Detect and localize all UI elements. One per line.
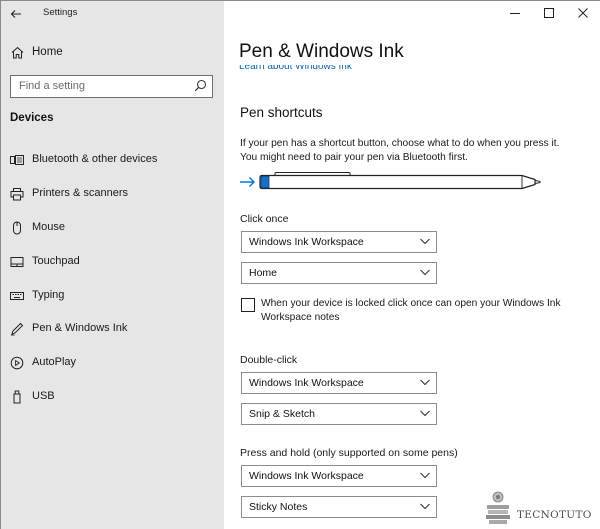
sidebar-item-touchpad[interactable]: Touchpad xyxy=(1,247,224,277)
main-content: Pen & Windows Ink Learn about Windows In… xyxy=(224,1,600,529)
chevron-down-icon xyxy=(420,410,430,417)
sidebar-item-usb[interactable]: USB xyxy=(1,382,224,412)
chevron-down-icon xyxy=(420,379,430,386)
printer-icon xyxy=(10,188,24,201)
sidebar-item-typing[interactable]: Typing xyxy=(1,281,224,311)
title-bar: Settings xyxy=(1,1,224,27)
sidebar-item-label: AutoPlay xyxy=(32,356,77,368)
sidebar-item-label: Typing xyxy=(32,289,65,301)
sidebar: Settings Home Devices Bluetooth & other … xyxy=(1,1,224,529)
mouse-icon xyxy=(13,221,21,235)
autoplay-icon xyxy=(10,356,24,370)
watermark: TECNOTUTO xyxy=(483,489,593,525)
sidebar-item-label: Touchpad xyxy=(32,255,80,267)
double-click-label: Double-click xyxy=(240,354,298,366)
watermark-logo-icon xyxy=(486,491,510,524)
home-icon xyxy=(11,46,24,59)
minimize-icon xyxy=(510,13,520,14)
select-value: Windows Ink Workspace xyxy=(249,236,364,248)
sidebar-item-pen-windows-ink[interactable]: Pen & Windows Ink xyxy=(1,314,224,344)
chevron-down-icon xyxy=(420,238,430,245)
pen-shortcuts-heading: Pen shortcuts xyxy=(240,105,323,120)
press-hold-action-select[interactable]: Sticky Notes xyxy=(241,496,437,518)
chevron-down-icon xyxy=(420,269,430,276)
home-label: Home xyxy=(32,46,63,58)
sidebar-item-label: USB xyxy=(32,390,55,402)
learn-windows-ink-link[interactable]: Learn about Windows Ink xyxy=(239,65,352,73)
back-arrow-icon xyxy=(10,10,21,18)
usb-icon xyxy=(13,390,21,404)
select-value: Snip & Sketch xyxy=(249,408,315,420)
sidebar-item-label: Mouse xyxy=(32,221,66,233)
search-input[interactable] xyxy=(11,76,191,96)
maximize-button[interactable] xyxy=(532,1,566,25)
sidebar-item-mouse[interactable]: Mouse xyxy=(1,213,224,243)
chevron-down-icon xyxy=(420,503,430,510)
close-button[interactable] xyxy=(566,1,600,25)
window-controls xyxy=(498,1,600,27)
click-once-label: Click once xyxy=(240,213,289,225)
minimize-button[interactable] xyxy=(498,1,532,25)
sidebar-item-bluetooth[interactable]: Bluetooth & other devices xyxy=(1,145,224,175)
page-title: Pen & Windows Ink xyxy=(239,41,404,62)
click-once-app-select[interactable]: Windows Ink Workspace xyxy=(241,231,437,253)
back-button[interactable] xyxy=(5,4,27,24)
sidebar-item-label: Printers & scanners xyxy=(32,187,128,199)
search-icon[interactable] xyxy=(194,79,207,92)
select-value: Windows Ink Workspace xyxy=(249,470,364,482)
settings-window: Settings Home Devices Bluetooth & other … xyxy=(0,0,600,529)
press-hold-app-select[interactable]: Windows Ink Workspace xyxy=(241,465,437,487)
close-icon xyxy=(578,8,588,18)
sidebar-item-home[interactable]: Home xyxy=(1,39,224,67)
sidebar-item-label: Pen & Windows Ink xyxy=(32,322,128,334)
pen-icon xyxy=(10,322,24,336)
search-box[interactable] xyxy=(10,75,213,98)
double-click-app-select[interactable]: Windows Ink Workspace xyxy=(241,372,437,394)
click-once-action-select[interactable]: Home xyxy=(241,262,437,284)
touchpad-icon xyxy=(10,257,24,267)
bluetooth-devices-icon xyxy=(10,155,24,165)
sidebar-item-autoplay[interactable]: AutoPlay xyxy=(1,348,224,378)
keyboard-icon xyxy=(10,292,24,300)
pen-illustration xyxy=(240,172,541,190)
app-title: Settings xyxy=(43,7,78,18)
select-value: Sticky Notes xyxy=(249,501,308,513)
double-click-action-select[interactable]: Snip & Sketch xyxy=(241,403,437,425)
press-hold-label: Press and hold (only supported on some p… xyxy=(240,447,458,459)
maximize-icon xyxy=(544,8,554,18)
chevron-down-icon xyxy=(420,472,430,479)
select-value: Windows Ink Workspace xyxy=(249,377,364,389)
locked-click-once-checkbox[interactable] xyxy=(241,298,255,312)
pen-icon xyxy=(259,172,541,190)
arrow-right-icon xyxy=(240,177,255,187)
sidebar-item-label: Bluetooth & other devices xyxy=(32,153,158,165)
locked-click-once-label: When your device is locked click once ca… xyxy=(261,298,561,323)
watermark-text: TECNOTUTO xyxy=(517,509,592,521)
select-value: Home xyxy=(249,267,278,279)
section-heading-devices: Devices xyxy=(10,112,54,124)
sidebar-item-printers[interactable]: Printers & scanners xyxy=(1,179,224,209)
pen-shortcuts-description: If your pen has a shortcut button, choos… xyxy=(240,138,560,163)
